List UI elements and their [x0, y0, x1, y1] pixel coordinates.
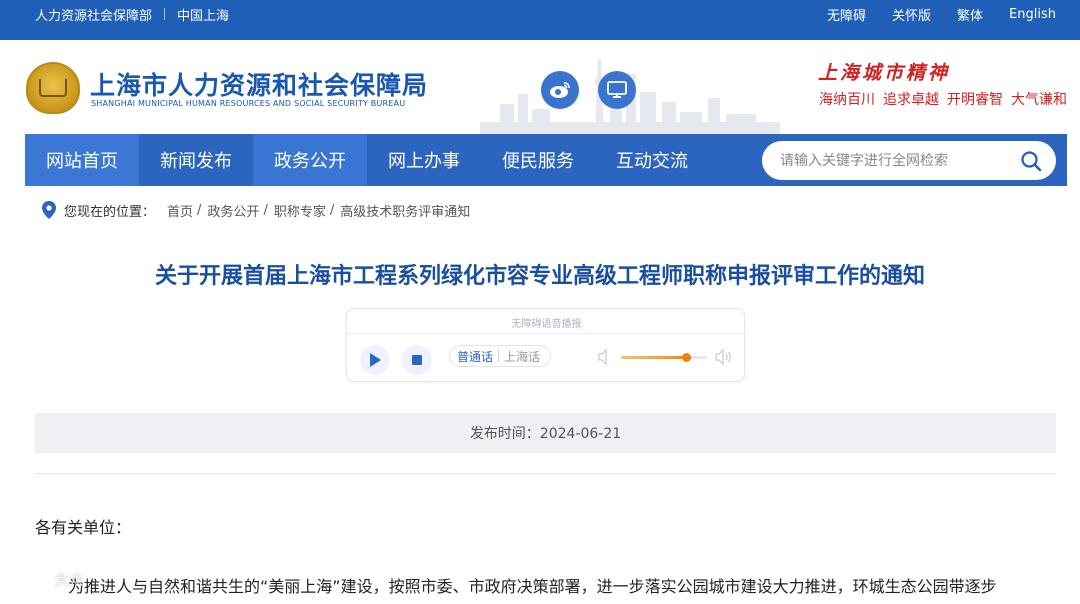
city-spirit-slogans: 海纳百川 追求卓越 开明睿智 大气谦和 — [819, 89, 1067, 109]
stop-button[interactable] — [402, 345, 432, 375]
stop-icon — [412, 355, 422, 365]
breadcrumb-label: 您现在的位置： — [64, 204, 156, 220]
volume-knob[interactable] — [681, 353, 691, 362]
search-icon[interactable] — [1020, 150, 1042, 172]
nav-home[interactable]: 网站首页 — [25, 134, 139, 186]
article-paragraph: 为推进人与自然和谐共生的“美丽上海”建设，按照市委、市政府决策部署，进一步落实公… — [68, 577, 997, 596]
volume-high-icon[interactable] — [715, 349, 733, 365]
lang-shanghainese[interactable]: 上海话 — [504, 348, 540, 365]
audio-player: 无障碍语音播报 — [346, 308, 746, 382]
publish-date-bar: 发布时间：2024-06-21 — [35, 413, 1056, 453]
slogan-item: 海纳百川 — [819, 92, 875, 108]
nav-government-affairs[interactable]: 政务公开 — [253, 134, 367, 186]
location-pin-icon — [42, 201, 56, 219]
top-right-links: 无障碍 关怀版 繁体 English — [801, 0, 1056, 28]
link-care-mode[interactable]: 关怀版 — [892, 5, 931, 24]
nav-interaction[interactable]: 互动交流 — [595, 134, 709, 186]
player-label: 无障碍语音播报 — [511, 319, 582, 330]
nav-online-services[interactable]: 网上办事 — [367, 134, 481, 186]
site-search — [762, 141, 1056, 180]
weibo-icon[interactable] — [541, 71, 579, 109]
link-mohrss[interactable]: 人力资源社会保障部 — [35, 5, 152, 24]
search-input[interactable] — [780, 150, 1010, 172]
article-salutation: 各有关单位： — [35, 518, 132, 537]
language-switch: 普通话 上海话 — [449, 345, 551, 367]
nav-public-services[interactable]: 便民服务 — [481, 134, 595, 186]
watermark-text: 大众 — [54, 570, 85, 589]
breadcrumb-home[interactable]: 首页 — [167, 201, 193, 220]
play-icon — [370, 353, 381, 367]
play-button[interactable] — [360, 345, 390, 375]
divider — [35, 473, 1056, 474]
site-title[interactable]: 上海市人力资源和社会保障局 — [90, 66, 428, 102]
volume-fill — [621, 356, 686, 359]
site-subtitle: SHANGHAI MUNICIPAL HUMAN RESOURCES AND S… — [91, 99, 406, 108]
link-traditional[interactable]: 繁体 — [957, 5, 983, 24]
watermark-logo-icon — [7, 570, 47, 586]
breadcrumb-current[interactable]: 高级技术职务评审通知 — [340, 201, 470, 220]
divider — [347, 333, 746, 334]
monitor-icon[interactable] — [598, 71, 636, 109]
article-title: 关于开展首届上海市工程系列绿化市容专业高级工程师职称申报评审工作的通知 — [154, 264, 925, 289]
link-accessibility[interactable]: 无障碍 — [827, 5, 866, 24]
slogan-item: 追求卓越 — [883, 92, 939, 108]
publish-date: 发布时间：2024-06-21 — [469, 426, 622, 442]
lang-mandarin[interactable]: 普通话 — [450, 348, 493, 365]
slogan-item: 大气谦和 — [1011, 92, 1067, 108]
top-utility-bar: 人力资源社会保障部 中国上海 无障碍 关怀版 繁体 English — [0, 0, 1080, 40]
nav-news[interactable]: 新闻发布 — [139, 134, 253, 186]
breadcrumb-titles-experts[interactable]: 职称专家 — [274, 201, 326, 220]
volume-slider[interactable] — [621, 353, 707, 362]
slogan-item: 开明睿智 — [947, 92, 1003, 108]
link-china-shanghai[interactable]: 中国上海 — [177, 5, 229, 24]
divider — [164, 8, 166, 20]
site-header: 上海市人力资源和社会保障局 SHANGHAI MUNICIPAL HUMAN R… — [0, 40, 1080, 134]
breadcrumb-government-affairs[interactable]: 政务公开 — [207, 201, 259, 220]
volume-low-icon[interactable] — [598, 349, 610, 365]
city-spirit-title: 上海城市精神 — [818, 62, 951, 84]
watermark: 大众 — [6, 568, 84, 590]
breadcrumb: 您现在的位置： 首页 / 政务公开 / 职称专家 / 高级技术职务评审通知 — [42, 200, 470, 220]
top-left-links: 人力资源社会保障部 中国上海 — [35, 0, 229, 28]
link-english[interactable]: English — [1009, 7, 1056, 22]
bureau-emblem-icon[interactable] — [26, 62, 80, 114]
